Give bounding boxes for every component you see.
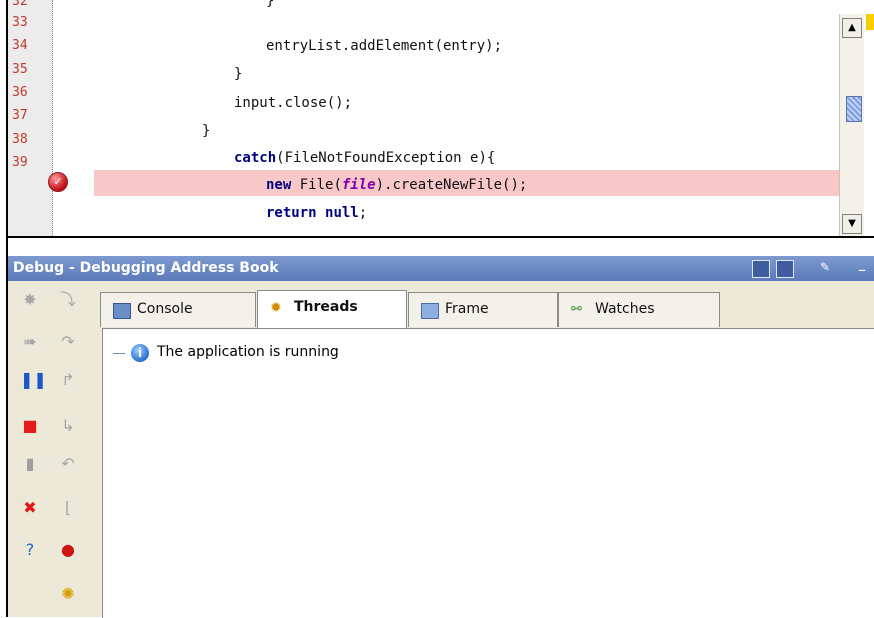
code-line: return null; [266, 204, 367, 222]
pause-icon[interactable]: ❚❚ [20, 370, 47, 390]
error-stripe-marker[interactable] [866, 14, 874, 30]
line-number: 36 [12, 85, 28, 100]
tab-label: Frame [445, 301, 489, 317]
breakpoint-icon[interactable]: ✓ [48, 172, 68, 192]
line-number: 35 [12, 62, 28, 77]
code-line: } [202, 123, 211, 139]
step-into-icon[interactable]: ⤵ [58, 290, 78, 310]
tab-watches[interactable]: ⚯ Watches [558, 292, 720, 327]
tab-label: Console [137, 301, 193, 317]
debug-window-titlebar: Debug - Debugging Address Book ✎ – [8, 256, 874, 281]
ide-window: 32 33 34 35 36 37 38 39 ✓ } entryList.ad… [6, 0, 874, 618]
code-line-breakpoint: new File(file).createNewFile(); [266, 176, 527, 194]
resume-icon[interactable]: ✸ [20, 290, 40, 310]
tree-connector [113, 353, 125, 354]
console-icon [113, 303, 131, 319]
watches-icon: ⚯ [571, 302, 582, 317]
parameter: file [341, 177, 376, 193]
threads-view[interactable]: i The application is running [102, 328, 874, 618]
line-number: 33 [12, 15, 28, 30]
code-text: (FileNotFoundException e){ [276, 150, 496, 166]
tab-console[interactable]: Console [100, 292, 256, 327]
line-number: 32 [12, 0, 28, 9]
debug-window-title: Debug - Debugging Address Book [13, 260, 279, 276]
line-number: 38 [12, 132, 28, 147]
code-line: catch(FileNotFoundException e){ [234, 149, 495, 167]
help-icon[interactable]: ? [20, 540, 40, 560]
threads-icon: ✹ [270, 300, 282, 316]
window-maximize-icon[interactable] [752, 260, 770, 278]
step-out-icon[interactable]: ↱ [58, 370, 78, 390]
code-text: ).createNewFile(); [375, 177, 528, 193]
minimize-icon[interactable]: – [858, 260, 874, 279]
vertical-scrollbar[interactable]: ▲ ▼ [839, 14, 864, 236]
scroll-down-button[interactable]: ▼ [842, 214, 862, 234]
scroll-up-button[interactable]: ▲ [842, 18, 862, 38]
code-editor[interactable]: 32 33 34 35 36 37 38 39 ✓ } entryList.ad… [8, 0, 874, 238]
stop-icon[interactable]: ■ [20, 416, 40, 436]
tab-threads[interactable]: ✹ Threads [257, 290, 407, 329]
step-back-icon[interactable]: ↶ [58, 454, 78, 474]
line-number: 39 [12, 155, 28, 170]
continue-icon[interactable]: ➠ [20, 332, 40, 352]
tab-label: Watches [595, 301, 655, 317]
step-instruction-icon[interactable]: ⌊ [58, 498, 78, 518]
suspend-icon[interactable]: ▮ [20, 454, 40, 474]
keyword: catch [234, 150, 277, 166]
pin-icon[interactable]: ✎ [820, 260, 836, 276]
frame-icon [421, 303, 439, 319]
scrollbar-thumb[interactable] [846, 96, 862, 122]
tab-frame[interactable]: Frame [408, 292, 558, 327]
step-over-icon[interactable]: ↷ [58, 332, 78, 352]
code-text: ; [358, 205, 368, 221]
line-number: 34 [12, 38, 28, 53]
line-number-gutter[interactable]: 32 33 34 35 36 37 38 39 [8, 0, 53, 236]
settings-icon[interactable]: ✺ [58, 584, 78, 604]
info-icon: i [131, 344, 149, 362]
window-dock-icon[interactable] [776, 260, 794, 278]
code-text: File( [291, 177, 342, 193]
line-number: 37 [12, 108, 28, 123]
terminate-icon[interactable]: ✖ [20, 498, 40, 518]
keyword: null [325, 205, 359, 221]
code-line: input.close(); [234, 95, 353, 111]
code-line: entryList.addElement(entry); [266, 38, 503, 54]
tab-label: Threads [294, 299, 358, 315]
keyword: return [266, 205, 317, 221]
run-to-cursor-icon[interactable]: ↳ [58, 416, 78, 436]
breakpoint-icon[interactable]: ● [58, 540, 78, 560]
status-message: The application is running [157, 344, 339, 360]
code-line: } [266, 0, 275, 9]
keyword: new [266, 177, 292, 193]
code-line: } [234, 66, 243, 82]
